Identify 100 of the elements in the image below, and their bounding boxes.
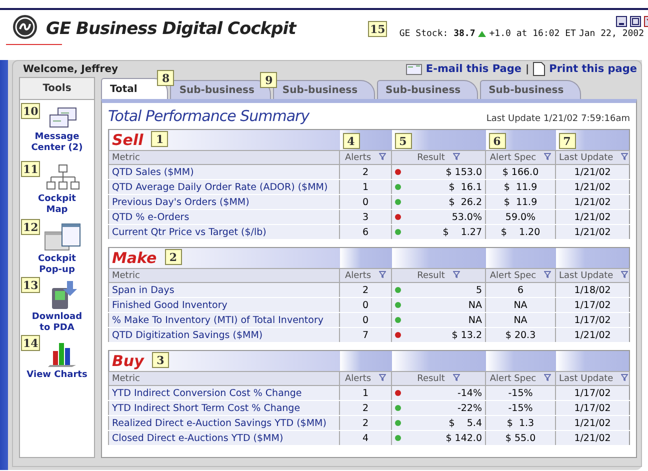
alert-spec-cell: $ 166.0 (486, 164, 556, 180)
column-header[interactable]: Result (392, 268, 486, 282)
maximize-icon[interactable] (630, 16, 641, 26)
filter-icon[interactable] (379, 152, 386, 160)
metric-cell[interactable]: Span in Days (108, 282, 340, 298)
filter-icon[interactable] (379, 374, 386, 380)
metric-cell[interactable]: Previous Day's Orders ($MM) (108, 194, 340, 210)
column-header[interactable]: Alert Spec (486, 268, 556, 282)
tab[interactable]: Sub-business (480, 80, 581, 99)
metric-cell[interactable]: Current Qtr Price vs Target ($/lb) (108, 224, 340, 240)
last-update-cell: 1/21/02 (556, 180, 630, 194)
last-update: Last Update 1/21/02 7:59:16am (486, 114, 630, 124)
column-header[interactable]: Last Update (556, 268, 630, 282)
callout-badge: 15 (368, 21, 388, 37)
metric-cell[interactable]: YTD Indirect Short Term Cost % Change (108, 400, 340, 416)
filter-icon[interactable] (544, 374, 552, 380)
result-cell: NA (468, 314, 482, 326)
filter-icon[interactable] (621, 152, 628, 160)
callout-badge: 11 (21, 161, 40, 177)
last-update-cell: 1/17/02 (556, 298, 630, 312)
tab[interactable]: Sub-business (273, 80, 375, 99)
alerts-cell: 0 (340, 312, 392, 328)
document-icon (533, 62, 546, 76)
alert-spec-cell: $ 1.3 (486, 416, 556, 430)
section-title: Buy (112, 352, 144, 370)
alert-spec-cell: 6 (486, 282, 556, 298)
callout-badge: 14 (21, 335, 40, 351)
filter-icon[interactable] (621, 374, 628, 380)
minimize-icon[interactable] (616, 16, 627, 26)
callout-badge: 13 (21, 277, 40, 293)
tools-title: Tools (20, 78, 94, 100)
envelopes-icon (48, 107, 78, 129)
callout-badge: 6 (488, 133, 506, 149)
print-link[interactable]: Print this page (549, 63, 637, 75)
alerts-cell: 1 (340, 386, 392, 400)
filter-icon[interactable] (452, 270, 460, 278)
metric-cell[interactable]: Realized Direct e-Auction Savings YTD ($MM) (108, 416, 340, 430)
email-link[interactable]: E-mail this Page (426, 63, 522, 75)
tool-link[interactable]: Cockpit Map (38, 194, 76, 216)
metric-cell[interactable]: % Make To Inventory (MTI) of Total Inventory (108, 312, 340, 328)
tab[interactable]: Sub-business (376, 80, 478, 99)
column-header[interactable]: Alerts (340, 268, 392, 282)
welcome-text: Welcome, Jeffrey (23, 64, 118, 74)
callout-badge: 1 (151, 131, 168, 147)
alert-spec-cell: -15% (486, 400, 556, 416)
alerts-cell: 7 (340, 328, 392, 342)
column-header: Metric (108, 268, 340, 282)
last-update-cell: 1/21/02 (556, 416, 630, 430)
column-header[interactable]: Alerts (340, 372, 392, 386)
metric-cell[interactable]: QTD % e-Orders (108, 210, 340, 224)
result-cell: -14% (457, 388, 482, 398)
metric-cell[interactable]: Finished Good Inventory (108, 298, 340, 312)
result-cell: $ 16.1 (448, 182, 482, 192)
filter-icon[interactable] (452, 374, 460, 380)
metric-cell[interactable]: QTD Average Daily Order Rate (ADOR) ($MM) (108, 180, 340, 194)
column-header[interactable]: Last Update (556, 372, 630, 386)
section-title: Sell (112, 131, 144, 149)
metric-cell[interactable]: QTD Sales ($MM) (108, 164, 340, 180)
alerts-cell: 6 (340, 224, 392, 240)
column-header[interactable]: Last Update (556, 150, 630, 164)
tool-link[interactable]: Download to PDA (32, 312, 82, 334)
last-update-cell: 1/17/02 (556, 400, 630, 416)
last-update-cell: 1/17/02 (556, 312, 630, 328)
stock-price: GE Stock: 38.7 (399, 28, 476, 38)
alert-spec-cell: $ 1.20 (486, 224, 556, 240)
last-update-cell: 1/17/02 (556, 386, 630, 400)
callout-badge: 3 (152, 352, 169, 368)
filter-icon[interactable] (452, 152, 460, 160)
tool-link[interactable]: View Charts (26, 370, 88, 381)
column-header[interactable]: Result (392, 150, 486, 164)
callout-badge: 9 (260, 72, 278, 88)
alerts-cell: 4 (340, 430, 392, 446)
filter-icon[interactable] (379, 270, 386, 278)
link-separator: | (525, 64, 530, 74)
filter-icon[interactable] (544, 152, 552, 160)
column-header[interactable]: Alert Spec (486, 372, 556, 386)
tool-link[interactable]: Cockpit Pop-up (38, 254, 76, 276)
result-cell: NA (468, 300, 482, 310)
alerts-cell: 2 (340, 282, 392, 298)
column-header[interactable]: Result (392, 372, 486, 386)
alert-spec-cell: $ 11.9 (486, 194, 556, 210)
sitemap-icon (46, 164, 80, 192)
logo-icon (12, 14, 38, 40)
filter-icon[interactable] (544, 270, 552, 278)
handheld-download-icon (49, 280, 77, 310)
column-header[interactable]: Alert Spec (486, 150, 556, 164)
metric-cell[interactable]: Closed Direct e-Auctions YTD ($MM) (108, 430, 340, 446)
alert-spec-cell: $ 20.3 (486, 328, 556, 342)
filter-icon[interactable] (621, 270, 628, 278)
result-cell: 5 (476, 284, 482, 296)
last-update-cell: 1/21/02 (556, 164, 630, 180)
tool-link[interactable]: Message Center (2) (31, 132, 83, 154)
column-header[interactable]: Alerts (340, 150, 392, 164)
envelope-icon (406, 64, 422, 74)
callout-badge: 8 (157, 70, 174, 86)
alert-spec-cell: NA (486, 298, 556, 312)
alerts-cell: 0 (340, 194, 392, 210)
metric-cell[interactable]: YTD Indirect Conversion Cost % Change (108, 386, 340, 400)
alert-spec-cell: NA (486, 312, 556, 328)
metric-cell[interactable]: QTD Digitization Savings ($MM) (108, 328, 340, 342)
